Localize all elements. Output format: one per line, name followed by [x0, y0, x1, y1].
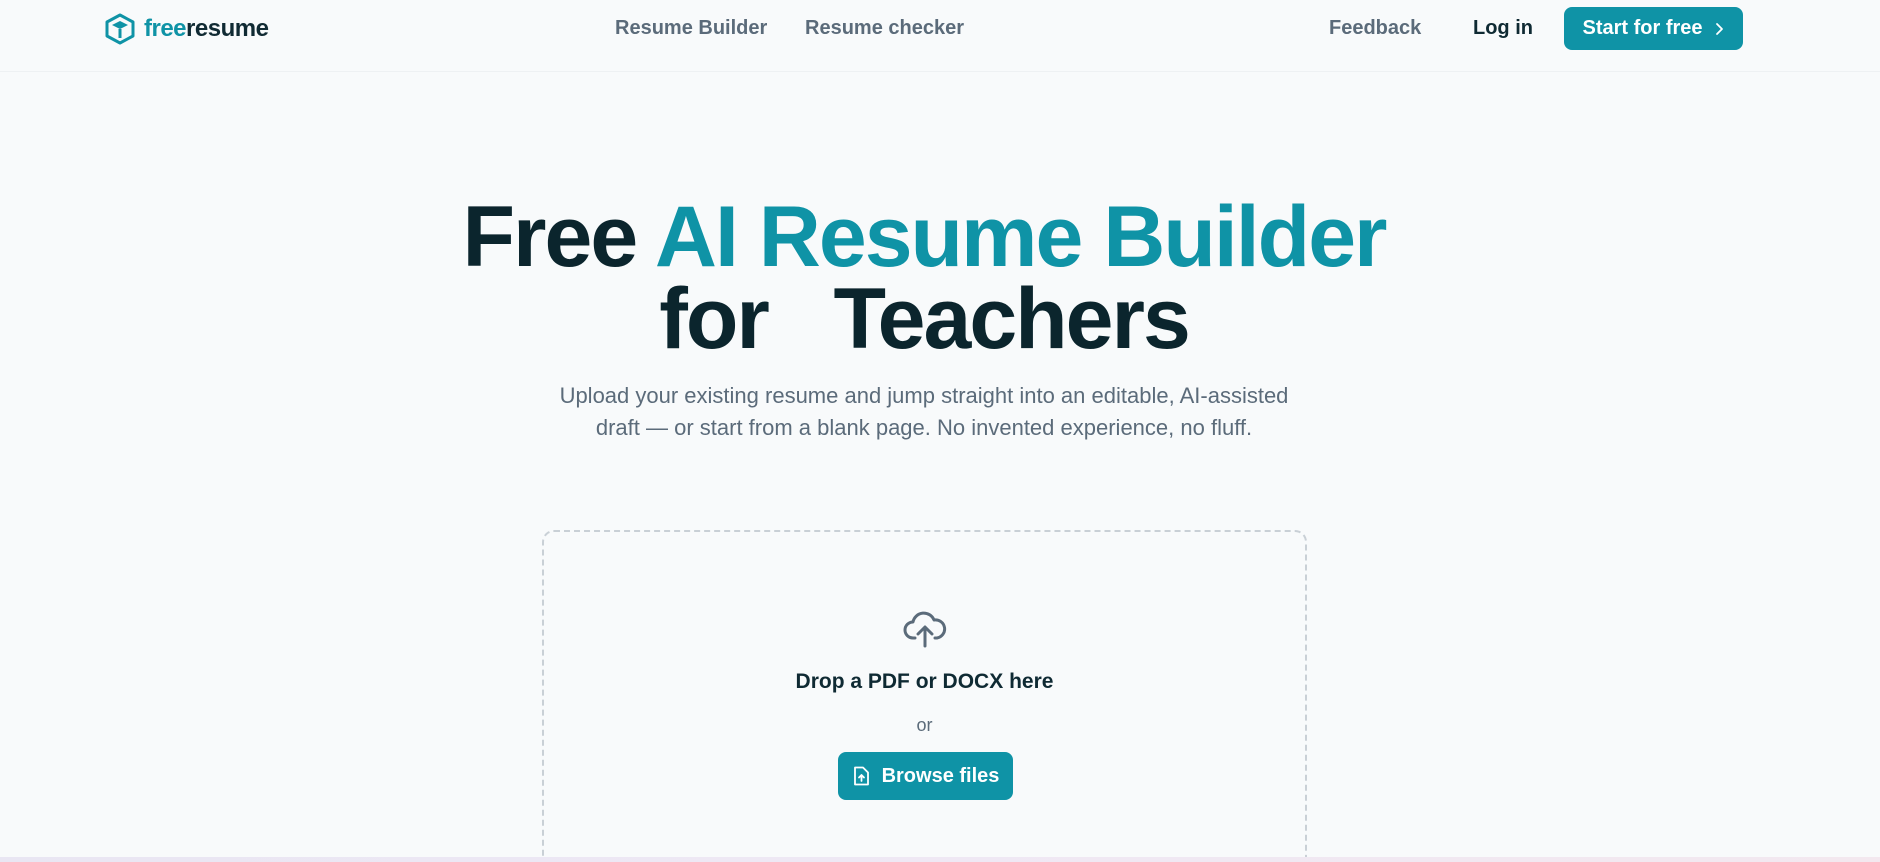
logo-text: freeresume: [144, 15, 269, 42]
start-for-free-label: Start for free: [1582, 17, 1703, 39]
hero-title-line1: Free AI Resume Builder: [0, 194, 1848, 280]
file-upload-icon: [853, 766, 869, 786]
file-dropzone[interactable]: Drop a PDF or DOCX here or Browse files: [542, 530, 1307, 862]
nav-resume-checker[interactable]: Resume checker: [805, 14, 964, 42]
logo-link[interactable]: freeresume: [104, 13, 269, 45]
dropzone-title: Drop a PDF or DOCX here: [795, 670, 1054, 693]
hero-title-line2: for Teachers: [659, 271, 1191, 367]
browse-files-button[interactable]: Browse files: [838, 752, 1013, 800]
dropzone-or: or: [916, 715, 933, 735]
login-link[interactable]: Log in: [1473, 14, 1533, 42]
top-nav: freeresume Resume Builder Resume checker…: [0, 0, 1880, 72]
chevron-right-icon: [1715, 22, 1723, 35]
start-for-free-button[interactable]: Start for free: [1564, 7, 1743, 50]
hero-subtitle: Upload your existing resume and jump str…: [559, 383, 1289, 440]
logo-icon: [105, 13, 135, 45]
hero-title-word: Free: [462, 189, 638, 285]
hero-title: Free AI Resume Builder for Teachers: [0, 194, 1848, 367]
nav-feedback[interactable]: Feedback: [1329, 14, 1421, 42]
cloud-upload-icon: [903, 611, 947, 648]
browse-files-label: Browse files: [881, 764, 1000, 787]
bottom-strip: [0, 857, 1880, 862]
nav-resume-builder[interactable]: Resume Builder: [615, 14, 767, 42]
